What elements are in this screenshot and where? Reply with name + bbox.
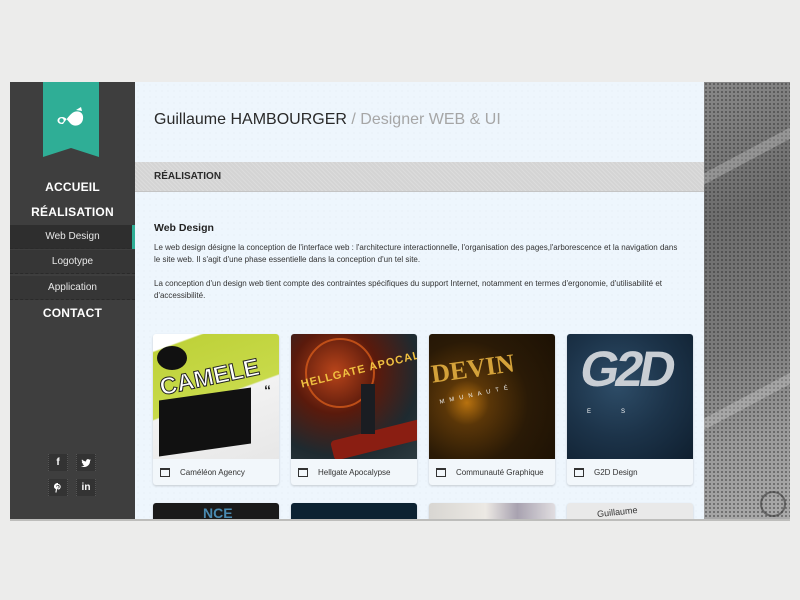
project-caption: G2D Design bbox=[567, 459, 693, 485]
thumb-text: DEVIN bbox=[429, 348, 517, 389]
title-separator: / bbox=[346, 111, 361, 128]
project-card-g2d[interactable]: G2D ES G2D Design bbox=[567, 334, 693, 485]
project-thumbnail: HELLGATE APOCALYPSE bbox=[291, 334, 417, 459]
light-streak bbox=[704, 335, 790, 439]
main-content: Guillaume HAMBOURGER / Designer WEB & UI… bbox=[135, 82, 704, 519]
castle-tower bbox=[361, 384, 375, 434]
author-role: Designer WEB & UI bbox=[360, 111, 501, 128]
pinterest-icon bbox=[54, 482, 61, 493]
thumb-text: Guillaume bbox=[596, 504, 638, 519]
project-title: Communauté Graphique bbox=[456, 467, 544, 477]
page-title: Guillaume HAMBOURGER / Designer WEB & UI bbox=[154, 111, 501, 129]
facebook-button[interactable]: f bbox=[48, 454, 68, 471]
project-caption: Communauté Graphique bbox=[429, 459, 555, 485]
pinterest-button[interactable] bbox=[48, 479, 68, 496]
paragraph-intro: Le web design désigne la conception de l… bbox=[154, 243, 678, 264]
chameleon-shape bbox=[157, 346, 187, 370]
project-title: G2D Design bbox=[594, 467, 638, 477]
twitter-button[interactable] bbox=[76, 454, 96, 471]
subnav-web-design[interactable]: Web Design bbox=[10, 225, 135, 249]
section-title: RÉALISATION bbox=[154, 171, 222, 182]
thumb-subtext: ES bbox=[587, 409, 656, 415]
linkedin-button[interactable]: in bbox=[76, 479, 96, 496]
nav-contact[interactable]: CONTACT bbox=[10, 306, 135, 320]
sidebar: ACCUEIL RÉALISATION Web Design Logotype … bbox=[10, 82, 135, 519]
subnav-logotype[interactable]: Logotype bbox=[10, 250, 135, 274]
author-name: Guillaume HAMBOURGER bbox=[154, 111, 347, 128]
project-thumbnail: DEVIN MMUNAUTÉ bbox=[429, 334, 555, 459]
section-bar: RÉALISATION bbox=[135, 162, 704, 192]
paragraph-details: La conception d'un design web tient comp… bbox=[154, 279, 662, 300]
project-card-partial[interactable]: NCE bbox=[153, 503, 279, 519]
project-thumbnail: CAMELE “ bbox=[153, 334, 279, 459]
project-thumbnail: G2D ES bbox=[567, 334, 693, 459]
swirl-logo-icon bbox=[57, 106, 84, 126]
thumb-text: G2D bbox=[576, 341, 677, 397]
linkedin-icon: in bbox=[81, 482, 91, 493]
project-card-partial[interactable]: Guillaume bbox=[567, 503, 693, 519]
project-caption: Hellgate Apocalypse bbox=[291, 459, 417, 485]
logo-ribbon[interactable] bbox=[43, 82, 99, 157]
content-heading: Web Design bbox=[154, 222, 214, 234]
project-card-cameleon[interactable]: CAMELE “ Caméléon Agency bbox=[153, 334, 279, 485]
browser-window-icon bbox=[298, 467, 308, 477]
thumb-text: NCE bbox=[203, 505, 233, 519]
twitter-icon bbox=[81, 458, 91, 467]
thumb-subtext: MMUNAUTÉ bbox=[439, 384, 514, 406]
facebook-icon: f bbox=[56, 457, 60, 468]
light-streak bbox=[704, 105, 790, 189]
nav-realisation[interactable]: RÉALISATION bbox=[10, 205, 135, 219]
browser-window-icon bbox=[160, 467, 170, 477]
subnav-application[interactable]: Application bbox=[10, 276, 135, 300]
project-caption: Caméléon Agency bbox=[153, 459, 279, 485]
site-frame: ACCUEIL RÉALISATION Web Design Logotype … bbox=[10, 82, 790, 519]
circular-emblem bbox=[760, 491, 786, 517]
quote-mark: “ bbox=[264, 382, 271, 398]
decorative-photo-panel bbox=[704, 82, 790, 519]
project-card-hellgate[interactable]: HELLGATE APOCALYPSE Hellgate Apocalypse bbox=[291, 334, 417, 485]
project-card-communaute[interactable]: DEVIN MMUNAUTÉ Communauté Graphique bbox=[429, 334, 555, 485]
nav-accueil[interactable]: ACCUEIL bbox=[10, 180, 135, 194]
project-card-partial[interactable] bbox=[429, 503, 555, 519]
browser-window-icon bbox=[574, 467, 584, 477]
project-title: Hellgate Apocalypse bbox=[318, 467, 391, 477]
browser-window-icon bbox=[436, 467, 446, 477]
project-card-partial[interactable] bbox=[291, 503, 417, 519]
project-title: Caméléon Agency bbox=[180, 467, 245, 477]
